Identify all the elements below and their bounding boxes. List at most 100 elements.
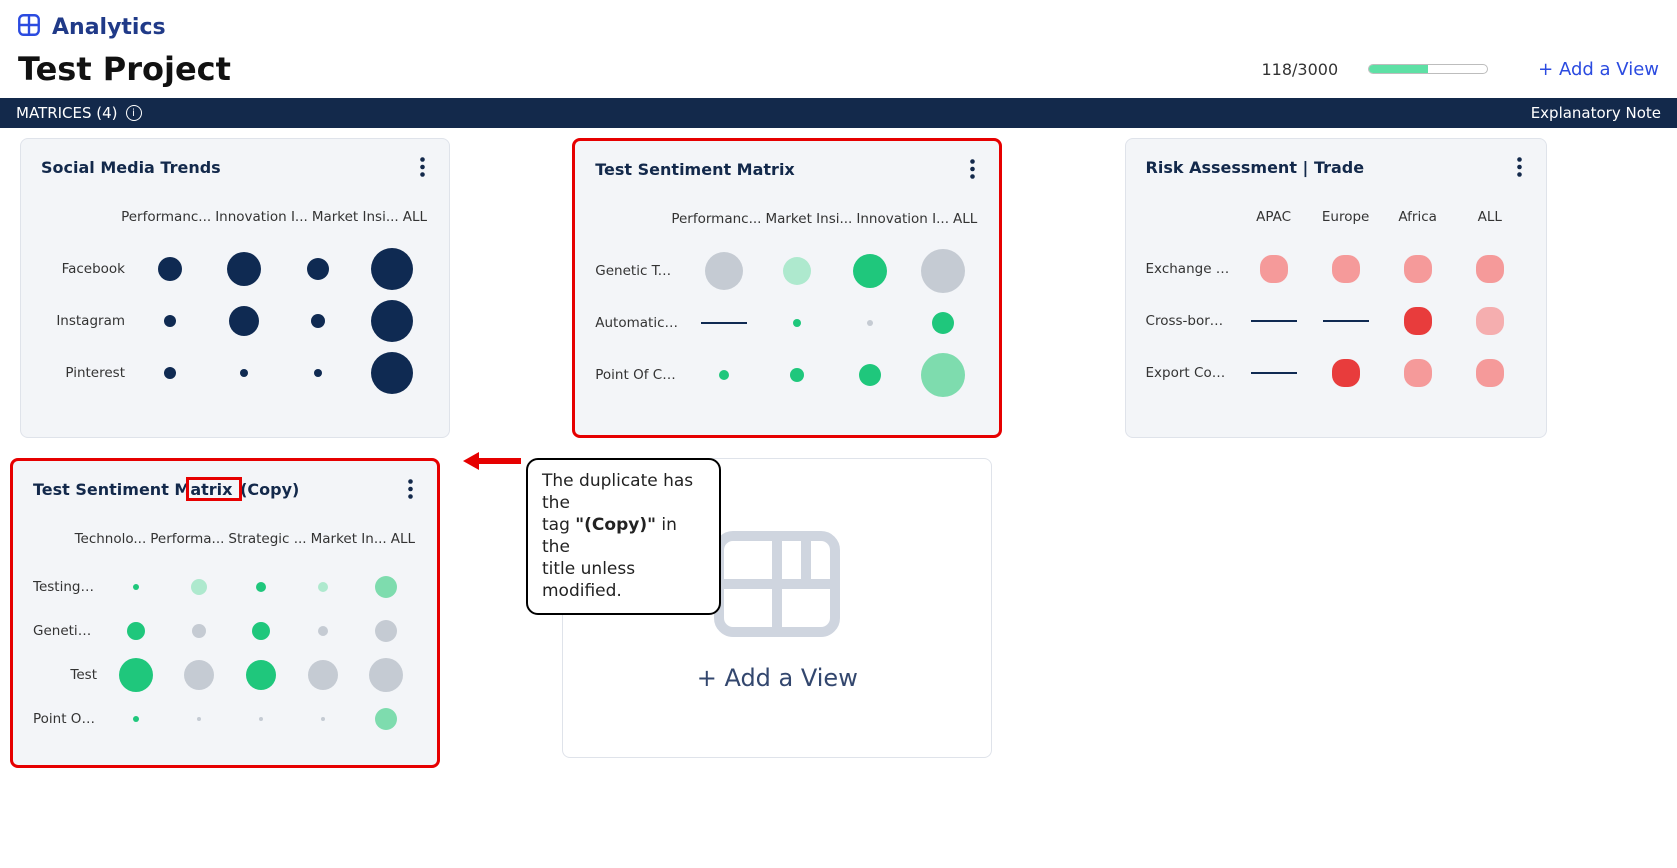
bubble [229,306,259,336]
col-header: Market Insi... [763,211,854,227]
row-label: Export Cont... [1146,365,1238,381]
explanatory-note-link[interactable]: Explanatory Note [1531,104,1661,122]
col-header: Performa... [148,531,226,547]
bubble [256,582,266,592]
kebab-menu-button[interactable] [1513,153,1526,181]
bubble [240,369,248,377]
col-header: ALL [1476,209,1504,225]
bubble [921,353,965,397]
card-title: Test Sentiment Matrix (Copy) [33,480,299,499]
bubble [311,314,325,328]
bubble [321,717,325,721]
matrix-row: Exchange R... [1146,243,1526,295]
title-row: Test Project 118/3000 + Add a View [0,48,1677,98]
col-header: Market Insi... [310,209,401,225]
analytics-logo-icon [16,12,42,42]
risk-square [1260,255,1288,283]
risk-square [1476,255,1504,283]
risk-square [1404,255,1432,283]
col-header: Innovation I... [213,209,310,225]
bubble [375,576,397,598]
usage-counter: 118/3000 [1262,60,1339,79]
bubble [318,582,328,592]
card-test-sentiment-matrix-copy[interactable]: Test Sentiment Matrix (Copy) Technolo...… [10,458,440,768]
col-header: APAC [1254,209,1293,225]
row-label: Cross-bord... [1146,313,1238,329]
bubble [867,320,873,326]
card-test-sentiment-matrix[interactable]: Test Sentiment Matrix Performanc... Mark… [572,138,1002,438]
bubble [164,367,176,379]
bubble [371,352,413,394]
project-title: Test Project [18,50,231,88]
bubble [375,708,397,730]
matrix-row: Point Of Ca... [595,349,979,401]
bubble [790,368,804,382]
risk-square [1476,359,1504,387]
row-label: Testing E... [33,579,105,595]
bubble [932,312,954,334]
annotation-text: title unless modified. [542,559,635,601]
bubble [127,622,145,640]
matrix-row: Pinterest [41,347,429,399]
matrix-row: Facebook [41,243,429,295]
bubble [119,658,153,692]
bubble [164,315,176,327]
bubble [184,660,214,690]
matrix-row: Genetic Test... [595,245,979,297]
matrix-sentiment: Performanc... Market Insi... Innovation … [595,207,979,401]
matrix-row: Cross-bord... [1146,295,1526,347]
col-header: Innovation I... [854,211,951,227]
annotation-text: The duplicate has the [542,471,693,513]
add-view-link[interactable]: + Add a View [1538,59,1659,80]
bubble [719,370,729,380]
risk-square [1332,359,1360,387]
matrix-social: Performanc... Innovation I... Market Ins… [41,205,429,399]
bubble [318,626,328,636]
bubble [308,660,338,690]
bubble [314,369,322,377]
row-label: Facebook [41,261,133,277]
row-label: Point Of ... [33,711,105,727]
risk-square [1332,255,1360,283]
matrix-sentiment-copy: Technolo... Performa... Strategic ... Ma… [33,527,417,741]
annotation-text: tag [542,515,575,535]
card-risk-assessment-trade[interactable]: Risk Assessment | Trade APAC Europe Afri… [1125,138,1547,438]
card-title: Test Sentiment Matrix [595,160,794,179]
bubble [246,660,276,690]
matrices-scroll-area[interactable]: Social Media Trends Performanc... Innova… [0,128,1677,868]
grid-placeholder-icon [707,524,847,644]
col-header: ALL [401,209,429,225]
bubble [375,620,397,642]
kebab-menu-button[interactable] [416,153,429,181]
card-title-copy-suffix: (Copy) [240,480,299,499]
kebab-menu-button[interactable] [404,475,417,503]
col-header: Performanc... [119,209,213,225]
row-label: Genetic Test... [595,263,687,279]
col-header: ALL [951,211,979,227]
row-label: Point Of Ca... [595,367,687,383]
empty-dash [701,322,747,324]
info-icon[interactable]: i [126,105,142,121]
bubble [259,717,263,721]
add-view-placeholder-label: + Add a View [697,664,858,692]
bubble [859,364,881,386]
card-social-media-trends[interactable]: Social Media Trends Performanc... Innova… [20,138,450,438]
col-header: Market In... [309,531,389,547]
col-header: Africa [1396,209,1439,225]
matrices-bar: MATRICES (4) i Explanatory Note [0,98,1677,128]
annotation-callout: The duplicate has the tag "(Copy)" in th… [526,458,721,615]
empty-dash [1251,372,1297,374]
matrix-row: Automatic T... [595,297,979,349]
matrix-row: Instagram [41,295,429,347]
empty-dash [1323,320,1369,322]
risk-square [1404,307,1432,335]
kebab-menu-button[interactable] [966,155,979,183]
annotation-text: "(Copy)" [575,515,656,535]
card-title: Risk Assessment | Trade [1146,158,1365,177]
matrix-row: Test [33,653,417,697]
row-label: Test [33,667,105,683]
brand-header: Analytics [0,0,1677,48]
bubble [133,716,139,722]
col-header: Performanc... [669,211,763,227]
bubble [133,584,139,590]
